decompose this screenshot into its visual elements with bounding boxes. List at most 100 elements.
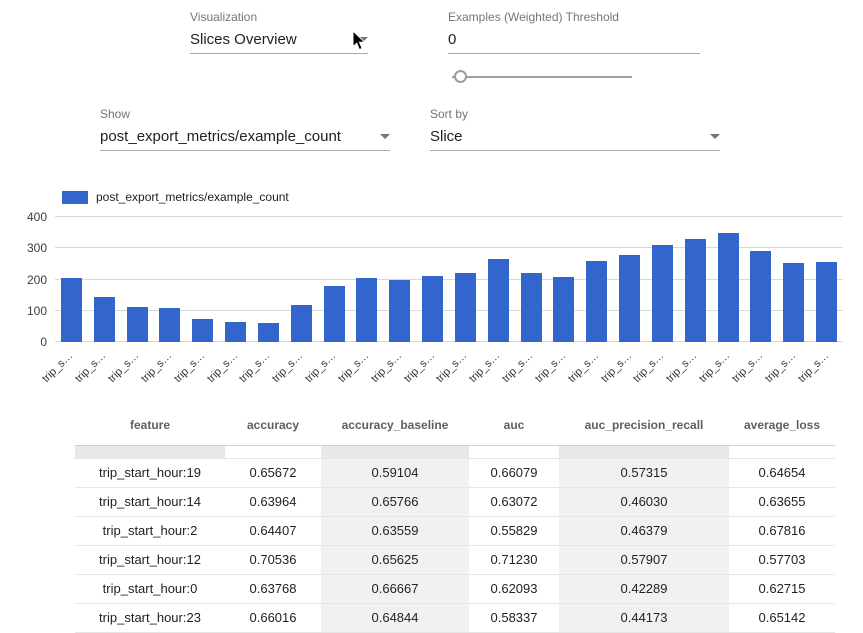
metric-cell: 0.65625 — [321, 546, 469, 574]
table-header-row: featureaccuracyaccuracy_baselineaucauc_p… — [75, 405, 835, 446]
feature-cell: trip_start_hour:23 — [75, 604, 225, 632]
metric-cell: 0.57907 — [559, 546, 729, 574]
table-row[interactable]: trip_start_hour:120.705360.656250.712300… — [75, 546, 835, 575]
y-axis-tick-label: 400 — [7, 210, 47, 224]
bar[interactable] — [356, 278, 377, 342]
bar[interactable] — [127, 307, 148, 342]
slider-track[interactable] — [452, 76, 632, 78]
chevron-down-icon — [710, 134, 720, 139]
column-header-accuracy_baseline[interactable]: accuracy_baseline — [321, 405, 469, 445]
bar[interactable] — [324, 286, 345, 342]
metric-cell: 0.55829 — [469, 517, 559, 545]
table-row[interactable]: trip_start_hour:20.644070.635590.558290.… — [75, 517, 835, 546]
metric-cell: 0.65142 — [729, 604, 835, 632]
sort-by-control: Sort by Slice — [430, 107, 720, 151]
threshold-value: 0 — [448, 31, 456, 48]
chart-plot: 0100200300400trip_s…trip_s…trip_s…trip_s… — [55, 217, 843, 342]
feature-cell: trip_start_hour:2 — [75, 517, 225, 545]
bar[interactable] — [422, 276, 443, 342]
metric-cell: 0.62093 — [469, 575, 559, 603]
metric-cell: 0.46379 — [559, 517, 729, 545]
metric-cell: 0.64407 — [225, 517, 321, 545]
column-header-accuracy[interactable]: accuracy — [225, 405, 321, 445]
column-header-average_loss[interactable]: average_loss — [729, 405, 835, 445]
column-header-auc_precision_recall[interactable]: auc_precision_recall — [559, 405, 729, 445]
sort-by-value: Slice — [430, 128, 463, 145]
metric-cell: 0.44173 — [559, 604, 729, 632]
feature-cell: trip_start_hour:0 — [75, 575, 225, 603]
chart-legend: post_export_metrics/example_count — [62, 190, 289, 204]
bar[interactable] — [291, 305, 312, 343]
y-axis-tick-label: 100 — [7, 304, 47, 318]
show-dropdown[interactable]: post_export_metrics/example_count — [100, 128, 390, 151]
bar[interactable] — [521, 273, 542, 342]
threshold-control: Examples (Weighted) Threshold 0 — [448, 10, 700, 54]
bar[interactable] — [455, 273, 476, 342]
visualization-control: Visualization Slices Overview — [190, 10, 368, 54]
column-header-auc[interactable]: auc — [469, 405, 559, 445]
metric-cell: 0.65672 — [225, 459, 321, 487]
show-value: post_export_metrics/example_count — [100, 128, 341, 145]
metric-cell: 0.65766 — [321, 488, 469, 516]
gridline — [55, 216, 843, 217]
table-row[interactable]: trip_start_hour:00.637680.666670.620930.… — [75, 575, 835, 604]
legend-swatch — [62, 191, 88, 204]
threshold-input[interactable]: 0 — [448, 31, 700, 54]
bar[interactable] — [750, 251, 771, 342]
table-row[interactable]: trip_start_hour:190.656720.591040.660790… — [75, 459, 835, 488]
show-control: Show post_export_metrics/example_count — [100, 107, 390, 151]
table-row[interactable]: trip_start_hour:230.660160.648440.583370… — [75, 604, 835, 633]
legend-label: post_export_metrics/example_count — [96, 190, 289, 204]
visualization-label: Visualization — [190, 10, 368, 24]
filter-cell — [469, 446, 559, 458]
metrics-table: featureaccuracyaccuracy_baselineaucauc_p… — [75, 405, 835, 633]
feature-cell: trip_start_hour:12 — [75, 546, 225, 574]
show-label: Show — [100, 107, 390, 121]
table-row[interactable]: trip_start_hour:140.639640.657660.63072 0… — [75, 488, 835, 517]
table-filter-row — [75, 446, 835, 459]
feature-cell: trip_start_hour:14 — [75, 488, 225, 516]
bar[interactable] — [586, 261, 607, 342]
threshold-slider[interactable] — [452, 70, 632, 84]
metric-cell: 0.66667 — [321, 575, 469, 603]
bar[interactable] — [61, 278, 82, 342]
bar[interactable] — [652, 245, 673, 343]
bar[interactable] — [159, 308, 180, 342]
bar[interactable] — [619, 255, 640, 342]
bar[interactable] — [225, 322, 246, 342]
bar[interactable] — [94, 297, 115, 342]
chevron-down-icon — [380, 134, 390, 139]
visualization-dropdown[interactable]: Slices Overview — [190, 31, 368, 54]
metric-cell: 0.63964 — [225, 488, 321, 516]
metric-cell: 0.67816 — [729, 517, 835, 545]
bar[interactable] — [685, 239, 706, 342]
bar[interactable] — [389, 280, 410, 343]
bar[interactable] — [718, 233, 739, 342]
metric-cell: 0.66079 — [469, 459, 559, 487]
metric-cell: 0.64844 — [321, 604, 469, 632]
metric-cell: 0.66016 — [225, 604, 321, 632]
sort-by-dropdown[interactable]: Slice — [430, 128, 720, 151]
bar[interactable] — [816, 262, 837, 342]
metric-cell: 0.57315 — [559, 459, 729, 487]
bar[interactable] — [783, 263, 804, 342]
column-header-feature[interactable]: feature — [75, 405, 225, 445]
filter-cell — [729, 446, 835, 458]
slider-knob[interactable] — [454, 70, 467, 83]
metric-cell: 0.42289 — [559, 575, 729, 603]
filter-cell — [321, 446, 469, 458]
sort-by-label: Sort by — [430, 107, 720, 121]
metric-cell: 0.59104 — [321, 459, 469, 487]
metric-cell: 0.63072 — [469, 488, 559, 516]
metric-cell: 0.71230 — [469, 546, 559, 574]
visualization-value: Slices Overview — [190, 31, 297, 48]
y-axis-tick-label: 200 — [7, 273, 47, 287]
bar[interactable] — [553, 277, 574, 342]
bar[interactable] — [488, 259, 509, 342]
y-axis-tick-label: 0 — [7, 335, 47, 349]
metric-cell: 0.63655 — [729, 488, 835, 516]
metric-cell: 0.70536 — [225, 546, 321, 574]
bar[interactable] — [192, 319, 213, 342]
filter-cell — [225, 446, 321, 458]
bar[interactable] — [258, 323, 279, 342]
